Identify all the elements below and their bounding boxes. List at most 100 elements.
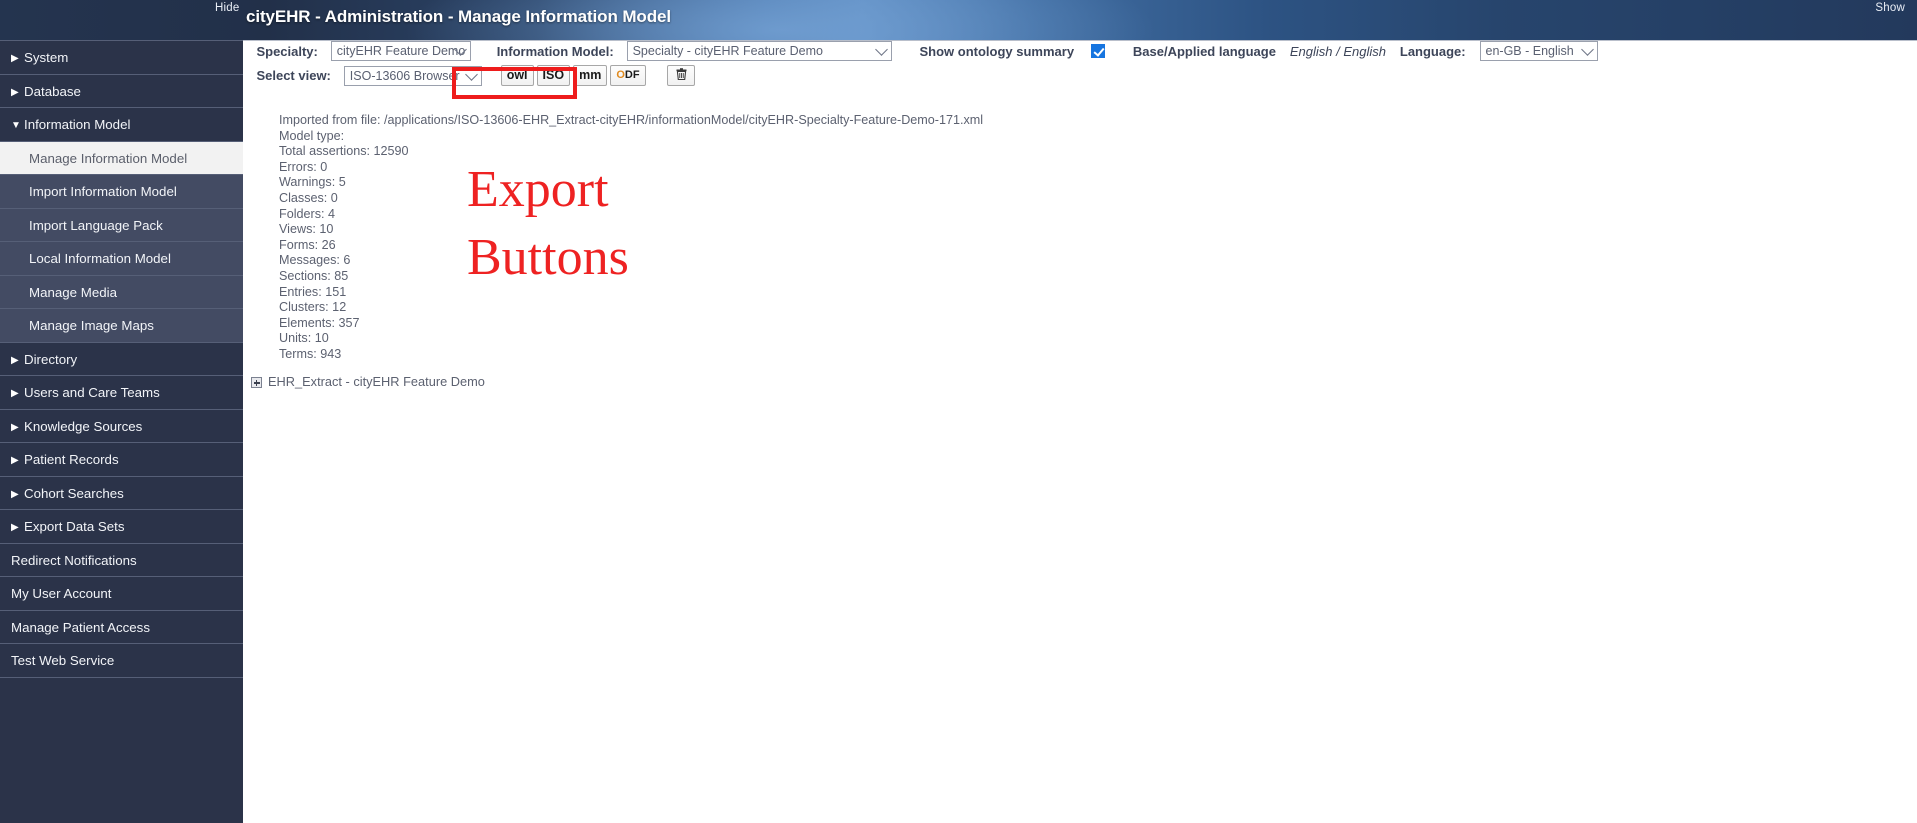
- sidebar-item-label: Manage Image Maps: [29, 318, 154, 333]
- sidebar-item-label: Import Language Pack: [29, 217, 163, 233]
- summary-line: Errors: 0: [279, 159, 328, 174]
- sidebar-item-redirect-notifications[interactable]: Redirect Notifications: [0, 543, 243, 577]
- sidebar-item-database[interactable]: ▶ Database: [0, 74, 243, 108]
- tree-root-node[interactable]: EHR_Extract - cityEHR Feature Demo: [251, 374, 485, 389]
- sidebar-item-label: Local Information Model: [29, 251, 171, 266]
- select-view-label: Select view:: [256, 68, 331, 83]
- sidebar-item-label: Manage Information Model: [29, 150, 188, 166]
- summary-line: Views: 10: [279, 222, 334, 237]
- sidebar-item-import-information-model[interactable]: Import Information Model: [0, 175, 243, 209]
- export-mm-button[interactable]: mm: [573, 65, 608, 86]
- information-model-label: Information Model:: [496, 43, 614, 59]
- app-header: Hide cityEHR - Administration - Manage I…: [0, 0, 1917, 40]
- sidebar-item-label: Information Model: [24, 117, 131, 132]
- summary-line: Model type:: [279, 128, 345, 143]
- sidebar-item-label: Import Information Model: [29, 184, 177, 199]
- sidebar-item-directory[interactable]: ▶ Directory: [0, 342, 243, 376]
- chevron-down-icon: [464, 67, 478, 81]
- sidebar-item-test-web-service[interactable]: Test Web Service: [0, 644, 243, 678]
- chevron-right-icon: ▶: [11, 522, 19, 533]
- summary-line: Classes: 0: [279, 190, 338, 205]
- sidebar-item-local-information-model[interactable]: Local Information Model: [0, 242, 243, 276]
- information-model-select-value: Specialty - cityEHR Feature Demo: [632, 44, 823, 58]
- sidebar-item-label: Cohort Searches: [24, 485, 124, 501]
- sidebar-item-label: Database: [24, 83, 81, 99]
- sidebar-item-knowledge-sources[interactable]: ▶ Knowledge Sources: [0, 409, 243, 443]
- summary-line: Folders: 4: [279, 206, 335, 221]
- export-odf-button-label: O: [616, 69, 625, 81]
- chevron-right-icon: ▶: [11, 53, 19, 64]
- sidebar-item-export-data-sets[interactable]: ▶ Export Data Sets: [0, 510, 243, 544]
- language-select-value: en-GB - English: [1485, 44, 1574, 58]
- show-ontology-summary-label: Show ontology summary: [919, 43, 1075, 59]
- specialty-select-value: cityEHR Feature Demo: [336, 44, 466, 58]
- export-iso-button[interactable]: ISO: [536, 65, 571, 86]
- chevron-right-icon: ▶: [11, 388, 19, 399]
- sidebar-item-users-and-care-teams[interactable]: ▶ Users and Care Teams: [0, 376, 243, 410]
- summary-line: Total assertions: 12590: [279, 144, 409, 159]
- sidebar-item-my-user-account[interactable]: My User Account: [0, 577, 243, 611]
- base-applied-language-value: English / English: [1289, 43, 1386, 59]
- sidebar-item-label: Redirect Notifications: [11, 552, 137, 568]
- specialty-select[interactable]: cityEHR Feature Demo: [330, 41, 471, 61]
- chevron-right-icon: ▶: [11, 455, 19, 466]
- toolbar-row-primary: Specialty: cityEHR Feature Demo Informat…: [243, 41, 1917, 65]
- export-odf-button[interactable]: ODF: [610, 65, 646, 86]
- sidebar-item-label: Manage Media: [29, 284, 117, 300]
- page-title: cityEHR - Administration - Manage Inform…: [246, 7, 671, 26]
- select-view-value: ISO-13606 Browser: [349, 68, 460, 83]
- show-ontology-summary-checkbox[interactable]: [1090, 44, 1105, 58]
- hide-sidebar-button[interactable]: Hide: [215, 2, 239, 14]
- sidebar-item-manage-media[interactable]: Manage Media: [0, 275, 243, 309]
- delete-information-model-button[interactable]: [667, 65, 696, 86]
- sidebar-item-manage-image-maps[interactable]: Manage Image Maps: [0, 309, 243, 343]
- chevron-right-icon: ▶: [11, 488, 19, 500]
- sidebar-item-label: Directory: [24, 351, 78, 367]
- summary-line: Warnings: 5: [279, 175, 346, 190]
- sidebar-item-label: Knowledge Sources: [24, 418, 143, 434]
- sidebar-item-label: Users and Care Teams: [24, 385, 160, 400]
- export-odf-button-label-rest: DF: [624, 69, 640, 81]
- chevron-right-icon: ▶: [11, 421, 19, 433]
- language-select[interactable]: en-GB - English: [1479, 41, 1598, 61]
- sidebar-item-manage-information-model[interactable]: Manage Information Model: [0, 141, 243, 175]
- ontology-summary-block: Imported from file: /applications/ISO-13…: [279, 113, 983, 363]
- chevron-down-icon: ▼: [11, 120, 21, 131]
- show-panel-button[interactable]: Show: [1875, 2, 1905, 14]
- sidebar-item-cohort-searches[interactable]: ▶ Cohort Searches: [0, 476, 243, 510]
- toolbar-row-secondary: Select view: ISO-13606 Browser owl ISO mm O…: [243, 65, 1917, 89]
- sidebar-item-label: Export Data Sets: [24, 519, 125, 534]
- tree-root-label: EHR_Extract - cityEHR Feature Demo: [268, 374, 485, 389]
- summary-line: Elements: 357: [279, 315, 360, 330]
- language-label: Language:: [1399, 43, 1466, 59]
- sidebar-item-label: Test Web Service: [11, 653, 115, 668]
- select-view-select[interactable]: ISO-13606 Browser: [343, 65, 482, 86]
- summary-line: Terms: 943: [279, 346, 342, 361]
- sidebar-item-label: Manage Patient Access: [11, 619, 150, 635]
- chevron-down-icon: [874, 43, 888, 56]
- sidebar-item-import-language-pack[interactable]: Import Language Pack: [0, 208, 243, 242]
- base-applied-language-label: Base/Applied language: [1132, 43, 1276, 59]
- export-buttons-group: owl ISO mm ODF: [500, 65, 649, 86]
- sidebar-item-label: Patient Records: [24, 452, 119, 467]
- trash-icon: [676, 68, 687, 82]
- sidebar-item-system[interactable]: ▶ System: [0, 41, 243, 75]
- summary-line: Units: 10: [279, 331, 329, 346]
- export-owl-button[interactable]: owl: [500, 65, 534, 86]
- sidebar-item-manage-patient-access[interactable]: Manage Patient Access: [0, 610, 243, 644]
- sidebar-navigation: ▶ System ▶ Database ▼ Information Model Manage…: [0, 40, 243, 823]
- summary-line: Messages: 6: [279, 253, 351, 268]
- summary-line: Clusters: 12: [279, 300, 347, 315]
- summary-line: Sections: 85: [279, 268, 349, 283]
- chevron-right-icon: ▶: [11, 86, 19, 98]
- chevron-right-icon: ▶: [11, 354, 19, 366]
- expand-plus-icon[interactable]: [251, 377, 262, 389]
- sidebar-item-information-model[interactable]: ▼ Information Model: [0, 108, 243, 142]
- sidebar-item-patient-records[interactable]: ▶ Patient Records: [0, 443, 243, 477]
- sidebar-item-label: My User Account: [11, 586, 112, 601]
- summary-line: Imported from file: /applications/ISO-13…: [279, 113, 984, 127]
- summary-line: Entries: 151: [279, 284, 347, 299]
- summary-line: Forms: 26: [279, 237, 336, 252]
- specialty-label: Specialty:: [256, 43, 318, 59]
- information-model-select[interactable]: Specialty - cityEHR Feature Demo: [626, 41, 892, 61]
